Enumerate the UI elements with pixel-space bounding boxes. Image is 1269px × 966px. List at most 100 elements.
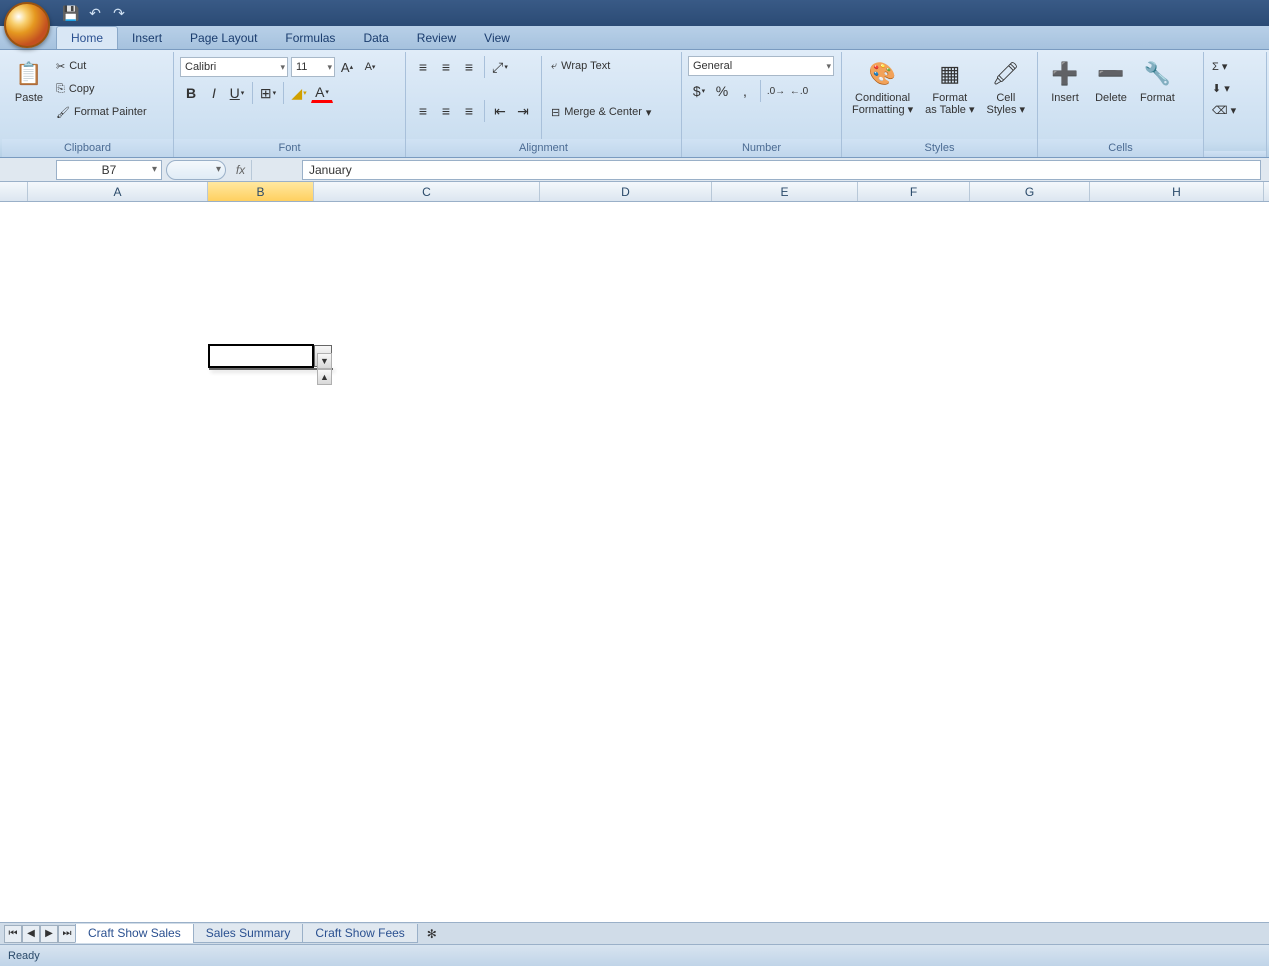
align-bottom-button[interactable]: ≡ bbox=[458, 56, 480, 78]
fill-button[interactable]: ⬇ ▾ bbox=[1210, 78, 1232, 98]
merge-center-button[interactable]: ⊟Merge & Center ▾ bbox=[549, 102, 653, 122]
number-format-combo[interactable]: General bbox=[688, 56, 834, 76]
grow-font-button[interactable]: A▴ bbox=[336, 56, 358, 78]
sheet-tab-craft-show-sales[interactable]: Craft Show Sales bbox=[75, 924, 194, 943]
percent-button[interactable]: % bbox=[711, 80, 733, 102]
col-header-h[interactable]: H bbox=[1090, 182, 1264, 201]
tab-formulas[interactable]: Formulas bbox=[271, 27, 349, 49]
tab-insert[interactable]: Insert bbox=[118, 27, 176, 49]
status-text: Ready bbox=[8, 950, 40, 962]
wrap-label: Wrap Text bbox=[561, 60, 610, 72]
worksheet-grid[interactable]: A B C D E F G H ▼ ▲ ▼ bbox=[0, 182, 1269, 922]
sheet-nav-next[interactable]: ▶ bbox=[40, 925, 58, 943]
qat-undo-icon[interactable]: ↶ bbox=[86, 4, 104, 22]
cond-format-icon: 🎨 bbox=[867, 58, 899, 90]
status-bar: Ready bbox=[0, 944, 1269, 966]
cells-group-label: Cells bbox=[1038, 139, 1203, 157]
insert-sheet-button[interactable]: ✻ bbox=[420, 925, 444, 943]
shrink-font-button[interactable]: A▾ bbox=[359, 56, 381, 78]
format-cells-button[interactable]: 🔧Format bbox=[1136, 56, 1179, 106]
align-middle-button[interactable]: ≡ bbox=[435, 56, 457, 78]
wrap-icon: ⤶ bbox=[551, 60, 557, 73]
autosum-button[interactable]: Σ ▾ bbox=[1210, 56, 1229, 76]
italic-button[interactable]: I bbox=[203, 82, 225, 104]
font-name-combo[interactable]: Calibri bbox=[180, 57, 288, 77]
format-label: Format bbox=[1140, 92, 1175, 104]
col-header-a[interactable]: A bbox=[28, 182, 208, 201]
insert-cells-button[interactable]: ➕ Insert bbox=[1044, 56, 1086, 106]
active-cell-border bbox=[208, 344, 314, 368]
font-color-button[interactable]: A bbox=[311, 84, 333, 103]
font-size-combo[interactable]: 11 bbox=[291, 57, 335, 77]
paste-icon: 📋 bbox=[13, 58, 45, 90]
formula-input[interactable]: January bbox=[302, 160, 1261, 180]
insert-label: Insert bbox=[1051, 92, 1079, 104]
fill-color-button[interactable]: ◢ bbox=[288, 82, 310, 104]
format-as-table-button[interactable]: ▦Formatas Table ▾ bbox=[921, 56, 978, 118]
cell-styles-button[interactable]: 🖍CellStyles ▾ bbox=[983, 56, 1030, 118]
copy-button[interactable]: ⎘ Copy bbox=[54, 79, 149, 99]
conditional-formatting-button[interactable]: 🎨ConditionalFormatting ▾ bbox=[848, 56, 917, 118]
sheet-nav-last[interactable]: ⏭ bbox=[58, 925, 76, 943]
comma-button[interactable]: , bbox=[734, 80, 756, 102]
align-center-button[interactable]: ≡ bbox=[435, 100, 457, 122]
borders-button[interactable]: ⊞ bbox=[257, 82, 279, 104]
formula-bar: B7 fx January bbox=[0, 158, 1269, 182]
merge-icon: ⊟ bbox=[551, 106, 560, 119]
tab-home[interactable]: Home bbox=[56, 26, 118, 49]
name-box[interactable]: B7 bbox=[56, 160, 162, 180]
cond-label: ConditionalFormatting ▾ bbox=[852, 92, 913, 116]
bold-button[interactable]: B bbox=[180, 82, 202, 104]
align-right-button[interactable]: ≡ bbox=[458, 100, 480, 122]
format-painter-button[interactable]: 🖌Format Painter bbox=[54, 102, 149, 122]
fx-button[interactable]: fx bbox=[230, 160, 252, 180]
decrease-indent-button[interactable]: ⇤ bbox=[489, 100, 511, 122]
sheet-nav-first[interactable]: ⏮ bbox=[4, 925, 22, 943]
col-header-e[interactable]: E bbox=[712, 182, 858, 201]
underline-button[interactable]: U bbox=[226, 82, 248, 104]
col-header-f[interactable]: F bbox=[858, 182, 970, 201]
delete-icon: ➖ bbox=[1095, 58, 1127, 90]
col-header-b[interactable]: B bbox=[208, 182, 314, 201]
scroll-up-icon[interactable]: ▲ bbox=[317, 369, 332, 385]
cut-button[interactable]: ✂Cut bbox=[54, 56, 149, 76]
scroll-down-icon[interactable]: ▼ bbox=[317, 353, 332, 369]
select-all-corner[interactable] bbox=[0, 182, 28, 201]
paste-button[interactable]: 📋 Paste bbox=[8, 56, 50, 106]
delete-cells-button[interactable]: ➖ Delete bbox=[1090, 56, 1132, 106]
align-top-button[interactable]: ≡ bbox=[412, 56, 434, 78]
office-button[interactable] bbox=[4, 2, 50, 48]
wrap-text-button[interactable]: ⤶ Wrap Text bbox=[549, 56, 653, 76]
col-header-d[interactable]: D bbox=[540, 182, 712, 201]
insert-icon: ➕ bbox=[1049, 58, 1081, 90]
delete-label: Delete bbox=[1095, 92, 1127, 104]
col-header-g[interactable]: G bbox=[970, 182, 1090, 201]
ribbon-tabs: Home Insert Page Layout Formulas Data Re… bbox=[0, 26, 1269, 50]
brush-icon: 🖌 bbox=[56, 106, 70, 119]
sheet-nav-prev[interactable]: ◀ bbox=[22, 925, 40, 943]
clear-button[interactable]: ⌫ ▾ bbox=[1210, 100, 1238, 120]
increase-decimal-button[interactable]: .0→ bbox=[765, 80, 787, 102]
align-left-button[interactable]: ≡ bbox=[412, 100, 434, 122]
number-group-label: Number bbox=[682, 139, 841, 157]
validation-dropdown-list[interactable]: ▲ ▼ bbox=[209, 368, 333, 370]
merge-label: Merge & Center bbox=[564, 106, 642, 118]
sheet-tab-sales-summary[interactable]: Sales Summary bbox=[193, 924, 304, 943]
increase-indent-button[interactable]: ⇥ bbox=[512, 100, 534, 122]
qat-redo-icon[interactable]: ↷ bbox=[110, 4, 128, 22]
tab-review[interactable]: Review bbox=[403, 27, 470, 49]
alignment-group-label: Alignment bbox=[406, 139, 681, 157]
sheet-tab-craft-show-fees[interactable]: Craft Show Fees bbox=[302, 924, 417, 943]
tab-data[interactable]: Data bbox=[349, 27, 402, 49]
col-header-c[interactable]: C bbox=[314, 182, 540, 201]
qat-save-icon[interactable]: 💾 bbox=[62, 4, 80, 22]
currency-button[interactable]: $ bbox=[688, 80, 710, 102]
copy-label: Copy bbox=[69, 83, 95, 95]
copy-icon: ⎘ bbox=[56, 83, 65, 96]
tab-view[interactable]: View bbox=[470, 27, 524, 49]
clipboard-group-label: Clipboard bbox=[2, 139, 173, 157]
tab-page-layout[interactable]: Page Layout bbox=[176, 27, 271, 49]
orientation-button[interactable]: ⤢ bbox=[489, 56, 511, 78]
cut-label: Cut bbox=[69, 60, 86, 72]
decrease-decimal-button[interactable]: ←.0 bbox=[788, 80, 810, 102]
